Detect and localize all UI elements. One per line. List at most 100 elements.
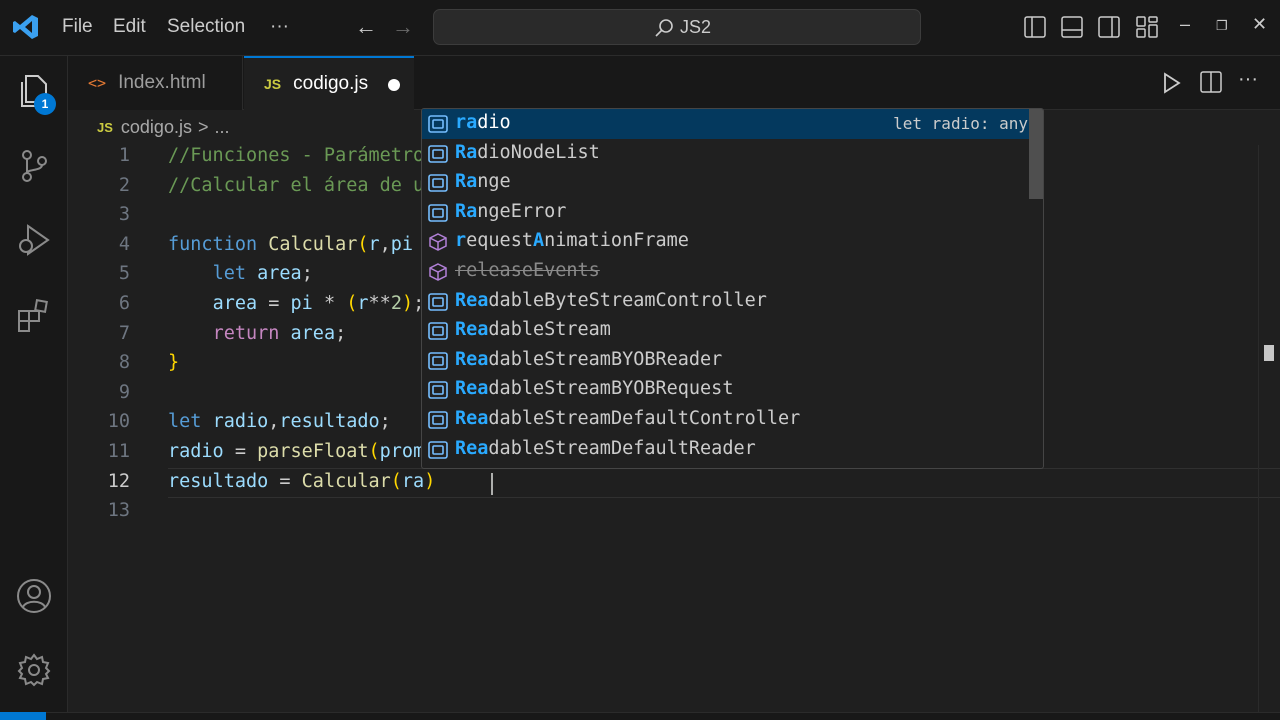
line-number: 12	[107, 470, 130, 492]
code-text: let radio,resultado;	[168, 411, 391, 433]
suggestion-label: ReadableByteStreamController	[455, 289, 767, 311]
autocomplete-suggestions[interactable]: radio let radio: any RadioNodeList Range Ran…	[421, 108, 1044, 469]
editor-tab-bar: <> Index.html JS codigo.js ···	[68, 56, 1280, 110]
tab-codigo-js[interactable]: JS codigo.js	[244, 56, 414, 110]
toggle-primary-sidebar-icon[interactable]	[1024, 16, 1046, 38]
suggestion-label: RadioNodeList	[455, 141, 600, 163]
tab-index-html[interactable]: <> Index.html	[68, 56, 243, 110]
breadcrumb: JS codigo.js > ...	[97, 117, 229, 138]
suggestion-item[interactable]: requestAnimationFrame	[422, 227, 1030, 257]
method-icon	[428, 263, 448, 281]
toggle-panel-icon[interactable]	[1061, 16, 1083, 38]
search-icon	[655, 18, 673, 37]
run-file-icon[interactable]	[1162, 72, 1182, 94]
minimize-button[interactable]: –	[1180, 14, 1190, 35]
forward-arrow-icon[interactable]: →	[392, 14, 414, 40]
remote-indicator[interactable]	[0, 712, 46, 720]
suggestion-item[interactable]: Range	[422, 168, 1030, 198]
suggestion-detail: let radio: any	[893, 114, 1028, 133]
suggestion-label: ReadableStreamBYOBReader	[455, 348, 723, 370]
back-arrow-icon[interactable]: ←	[355, 14, 377, 40]
suggestion-item[interactable]: releaseEvents	[422, 257, 1030, 287]
variable-icon	[428, 411, 448, 429]
code-text: //Funciones - Parámetro	[168, 145, 425, 166]
js-file-icon: JS	[264, 76, 282, 92]
run-debug-icon[interactable]	[16, 222, 52, 258]
suggestion-item[interactable]: RadioNodeList	[422, 139, 1030, 169]
code-text: resultado = Calcular(ra)	[168, 470, 436, 492]
customize-layout-icon[interactable]	[1136, 16, 1158, 38]
html-file-icon: <>	[88, 74, 107, 92]
more-actions-icon[interactable]: ···	[1238, 68, 1258, 91]
suggestion-item[interactable]: ReadableStream	[422, 316, 1030, 346]
code-text: let area;	[212, 263, 313, 285]
suggestions-scrollbar[interactable]	[1029, 109, 1043, 199]
code-text: function Calcular(r,pi	[168, 233, 414, 255]
variable-icon	[428, 203, 448, 222]
suggestion-label: radio	[455, 112, 511, 133]
explorer-badge: 1	[34, 93, 56, 115]
scrollbar-cursor-marker	[1264, 345, 1274, 361]
accounts-icon[interactable]	[16, 578, 52, 614]
suggestion-item[interactable]: ReadableStreamDefaultController	[422, 405, 1030, 435]
method-icon	[428, 233, 448, 252]
split-editor-icon[interactable]	[1200, 71, 1222, 93]
line-number: 5	[118, 263, 130, 285]
code-text: //Calcular el área de u	[168, 174, 425, 196]
line-number: 11	[107, 441, 130, 462]
line-number: 10	[107, 411, 130, 433]
toggle-secondary-sidebar-icon[interactable]	[1098, 16, 1120, 38]
code-text: return area;	[212, 322, 347, 344]
suggestion-item[interactable]: ReadableStreamBYOBReader	[422, 346, 1030, 376]
extensions-icon[interactable]	[16, 298, 52, 334]
suggestion-item[interactable]: ReadableStreamDefaultReader	[422, 435, 1030, 465]
manage-gear-icon[interactable]	[16, 652, 52, 688]
suggestion-label: requestAnimationFrame	[455, 230, 689, 252]
menu-file[interactable]: File	[62, 16, 93, 38]
variable-icon	[428, 292, 448, 311]
code-text: }	[168, 352, 180, 374]
line-number: 9	[118, 381, 130, 403]
line-number: 4	[118, 233, 130, 255]
line-number: 7	[118, 322, 130, 344]
code-line: 13	[68, 500, 1258, 530]
status-bar	[0, 712, 1280, 720]
command-center-search[interactable]: JS2	[433, 9, 921, 45]
suggestion-item[interactable]: ReadableStreamBYOBRequest	[422, 375, 1030, 405]
line-number: 8	[118, 352, 130, 374]
code-text: area = pi * (r**2);	[212, 293, 425, 314]
variable-icon	[428, 174, 448, 192]
suggestion-item[interactable]: ReadableByteStreamController	[422, 287, 1030, 317]
tab-label: codigo.js	[293, 73, 369, 94]
menu-selection[interactable]: Selection	[167, 16, 245, 38]
source-control-icon[interactable]	[16, 148, 52, 184]
suggestion-label: ReadableStreamBYOBRequest	[455, 378, 734, 400]
restore-button[interactable]: ❐	[1216, 18, 1228, 34]
unsaved-dot-icon[interactable]	[388, 79, 400, 91]
suggestion-item[interactable]: radio let radio: any	[422, 109, 1030, 139]
menu-more[interactable]: ···	[270, 16, 289, 38]
suggestion-label: releaseEvents	[455, 260, 600, 281]
line-number: 13	[107, 500, 130, 522]
variable-icon	[428, 381, 448, 400]
js-file-icon: JS	[97, 120, 113, 135]
vscode-logo-icon	[13, 15, 38, 39]
line-number: 6	[118, 293, 130, 314]
variable-icon	[428, 351, 448, 370]
line-number: 1	[118, 145, 130, 166]
text-cursor	[491, 473, 493, 495]
suggestion-item[interactable]: RangeError	[422, 198, 1030, 228]
close-button[interactable]: ✕	[1252, 14, 1267, 35]
code-text: radio = parseFloat(prom	[168, 441, 425, 462]
code-line: 12 resultado = Calcular(ra)	[68, 471, 1258, 501]
breadcrumb-separator: >	[197, 117, 209, 137]
menu-edit[interactable]: Edit	[113, 16, 146, 38]
variable-icon	[428, 115, 448, 133]
title-bar: File Edit Selection ··· ← → JS2 – ❐ ✕	[0, 0, 1280, 56]
line-number: 2	[118, 174, 130, 196]
suggestion-label: Range	[455, 171, 511, 193]
breadcrumb-more[interactable]: ...	[214, 117, 229, 138]
editor-scrollbar[interactable]	[1258, 145, 1280, 720]
variable-icon	[428, 440, 448, 459]
breadcrumb-file[interactable]: codigo.js	[121, 117, 192, 138]
